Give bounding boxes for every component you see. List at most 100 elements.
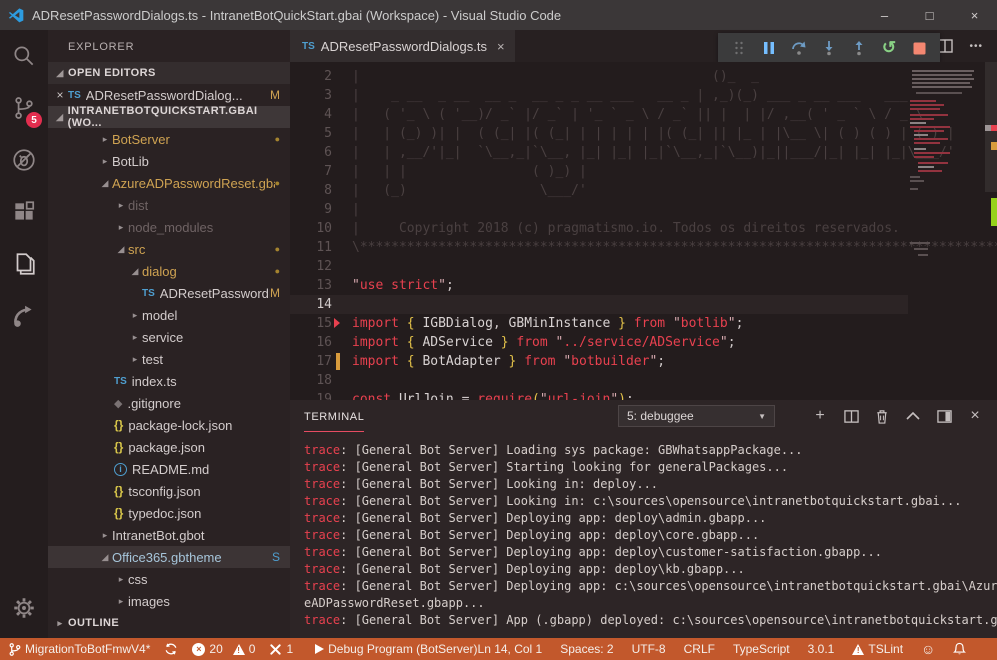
outline-header[interactable]: ▸ OUTLINE (48, 612, 290, 634)
code-line[interactable]: 10| Copyright 2018 (c) pragmatismo.io. T… (290, 219, 908, 238)
close-button[interactable]: × (952, 0, 997, 30)
tree-item[interactable]: ◢dialog● (48, 260, 290, 282)
workspace-header[interactable]: ◢ INTRANETBOTQUICKSTART.GBAI (WO... (48, 106, 290, 128)
code-line[interactable]: 16import { ADService } from "../service/… (290, 333, 908, 352)
minimize-button[interactable]: – (862, 0, 907, 30)
vscode-logo-icon (8, 7, 24, 23)
restart-icon[interactable]: ↺ (878, 37, 900, 59)
problems-item[interactable]: × 20 ! 0 (192, 642, 255, 656)
tree-item[interactable]: ▸BotServer● (48, 128, 290, 150)
code-line[interactable]: 15import { IGBDialog, GBMinInstance } fr… (290, 314, 908, 333)
code-line[interactable]: 2| ()_ _ (290, 67, 908, 86)
stop-icon[interactable] (908, 37, 930, 59)
explorer-pages-icon[interactable] (0, 238, 48, 290)
tree-item[interactable]: ▸service (48, 326, 290, 348)
code-line[interactable]: 14 (290, 295, 908, 314)
pause-icon[interactable] (758, 37, 780, 59)
tree-item[interactable]: ◢AzureADPasswordReset.gba...● (48, 172, 290, 194)
code-line[interactable]: 9| (290, 200, 908, 219)
tree-item[interactable]: ▸dist (48, 194, 290, 216)
code-line[interactable]: 3| _ __ _ __ __ _ __ _ _ __ ___ __ _ | ,… (290, 86, 908, 105)
tree-item[interactable]: ▸IntranetBot.gbot (48, 524, 290, 546)
code-line[interactable]: 5| | (_) )| | ( (_| |( (_| | | | | | |( … (290, 124, 908, 143)
tree-item[interactable]: ▸css (48, 568, 290, 590)
new-terminal-icon[interactable]: + (812, 408, 828, 424)
open-editors-header[interactable]: ◢ OPEN EDITORS (48, 62, 290, 84)
code-line[interactable]: 8| (_) \___/' (290, 181, 908, 200)
tree-item[interactable]: ◢Office365.gbthemeS (48, 546, 290, 568)
git-branch-item[interactable]: MigrationToBotFmwV4* (8, 642, 150, 657)
code-line[interactable]: 7| | | ( )_) | (290, 162, 908, 181)
tree-item-label: index.ts (132, 374, 177, 389)
more-actions-icon[interactable]: ••• (969, 41, 983, 52)
tree-item[interactable]: ▸model (48, 304, 290, 326)
settings-gear-icon[interactable] (0, 582, 48, 634)
maximize-button[interactable]: □ (907, 0, 952, 30)
chevron-right-icon: ▸ (98, 134, 112, 145)
code-line[interactable]: 18 (290, 371, 908, 390)
open-editor-item[interactable]: × TS ADResetPasswordDialog... M (48, 84, 290, 106)
code-line[interactable]: 6| | ,__/'|_| `\__,_|`\__, |_| |_| |_|`\… (290, 143, 908, 162)
debug-icon[interactable] (0, 134, 48, 186)
kill-terminal-icon[interactable] (874, 408, 890, 424)
step-over-icon[interactable] (788, 37, 810, 59)
terminal-tab[interactable]: TERMINAL (304, 400, 364, 432)
share-icon[interactable] (0, 290, 48, 342)
language-mode[interactable]: TypeScript (733, 642, 790, 656)
code-line[interactable]: 11\*************************************… (290, 238, 908, 257)
split-terminal-icon[interactable] (843, 408, 859, 424)
cursor-position[interactable]: Ln 14, Col 1 (478, 642, 543, 656)
notifications-bell-icon[interactable] (953, 642, 966, 656)
source-control-icon[interactable]: 5 (0, 82, 48, 134)
tab-adresetpassworddialogs[interactable]: TS ADResetPasswordDialogs.ts × (290, 30, 515, 62)
tree-item[interactable]: ▸BotLib (48, 150, 290, 172)
tree-item[interactable]: {}tsconfig.json (48, 480, 290, 502)
step-out-icon[interactable] (848, 37, 870, 59)
tree-item[interactable]: ◆.gitignore (48, 392, 290, 414)
tab-close-icon[interactable]: × (497, 39, 505, 54)
tree-item[interactable]: ◢src● (48, 238, 290, 260)
indentation[interactable]: Spaces: 2 (560, 642, 613, 656)
close-icon[interactable]: × (52, 88, 68, 102)
file-tree: ▸BotServer●▸BotLib◢AzureADPasswordReset.… (48, 128, 290, 612)
chevron-down-icon: ◢ (52, 112, 68, 123)
code-line[interactable]: 13"use strict"; (290, 276, 908, 295)
tree-item[interactable]: ▸test (48, 348, 290, 370)
close-panel-icon[interactable]: × (967, 408, 983, 424)
tree-item-label: test (142, 352, 163, 367)
move-panel-icon[interactable] (936, 408, 952, 424)
sync-icon[interactable] (164, 642, 178, 656)
tree-item[interactable]: TSindex.ts (48, 370, 290, 392)
toolbar-drag-handle[interactable] (728, 37, 750, 59)
terminal-line: eADPasswordReset.gbapp... (304, 595, 997, 612)
tasks-item[interactable]: 1 (269, 642, 293, 656)
extensions-icon[interactable] (0, 186, 48, 238)
chevron-down-icon: ◢ (98, 178, 112, 189)
tree-item[interactable]: ▸images (48, 590, 290, 612)
ts-version[interactable]: 3.0.1 (808, 642, 835, 656)
code-line[interactable]: 12 (290, 257, 908, 276)
tree-item[interactable]: {}package.json (48, 436, 290, 458)
terminal-select[interactable]: 5: debuggee ▼ (618, 405, 775, 427)
code-line[interactable]: 4| ( '_ \ ( '__)/ _` |/ _` | '_ ` _ \ / … (290, 105, 908, 124)
tree-item[interactable]: iREADME.md (48, 458, 290, 480)
step-into-icon[interactable] (818, 37, 840, 59)
minimap[interactable] (908, 62, 985, 400)
tslint-item[interactable]: ! TSLint (852, 642, 903, 656)
terminal-line: trace: [General Bot Server] Deploying ap… (304, 510, 997, 527)
chevron-right-icon: ▸ (98, 156, 112, 167)
tree-item[interactable]: {}package-lock.json (48, 414, 290, 436)
encoding[interactable]: UTF-8 (632, 642, 666, 656)
code-editor[interactable]: 2| ()_ _3| _ __ _ __ __ _ __ _ _ __ ___ … (290, 62, 997, 400)
maximize-panel-icon[interactable] (905, 408, 921, 424)
tree-item[interactable]: {}typedoc.json (48, 502, 290, 524)
debug-program-item[interactable]: Debug Program (BotServer) (315, 642, 477, 656)
feedback-smiley-icon[interactable]: ☺ (921, 641, 935, 657)
code-line[interactable]: 19const UrlJoin = require("url-join"); (290, 390, 908, 400)
tree-item[interactable]: TSADResetPasswordDial...M (48, 282, 290, 304)
tree-item[interactable]: ▸node_modules (48, 216, 290, 238)
eol-sequence[interactable]: CRLF (684, 642, 715, 656)
search-icon[interactable] (0, 30, 48, 82)
code-line[interactable]: 17import { BotAdapter } from "botbuilder… (290, 352, 908, 371)
debug-toolbar: ↺ (718, 33, 940, 63)
